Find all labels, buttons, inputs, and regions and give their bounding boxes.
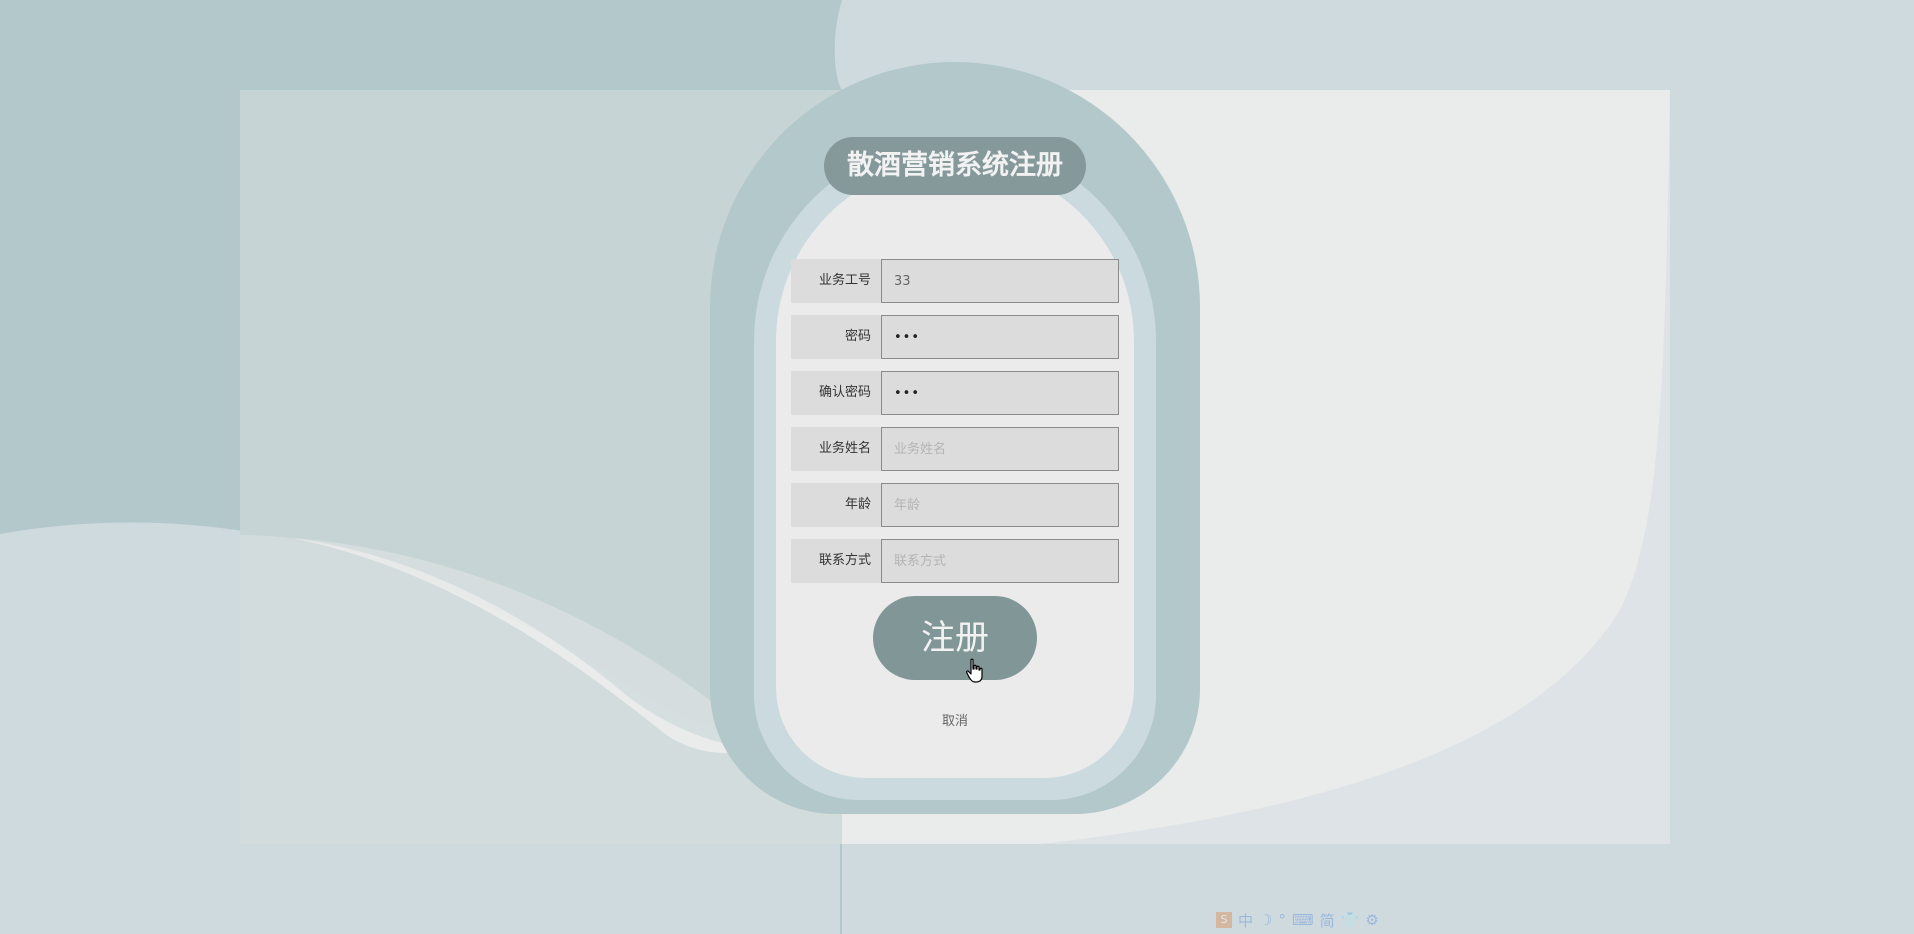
ime-logo-icon[interactable]: S bbox=[1216, 912, 1232, 928]
password-input[interactable] bbox=[881, 315, 1119, 359]
register-button[interactable]: 注册 bbox=[873, 596, 1037, 680]
ime-toolbar: S 中 ☽ ° ⌨ 简 👕 ⚙ bbox=[1216, 908, 1379, 932]
password-label: 密码 bbox=[791, 315, 881, 359]
contact-input[interactable] bbox=[881, 539, 1119, 583]
cancel-link[interactable]: 取消 bbox=[905, 710, 1005, 729]
name-label: 业务姓名 bbox=[791, 427, 881, 471]
ime-simplified-label[interactable]: 简 bbox=[1320, 910, 1335, 931]
hand-cursor-icon bbox=[966, 658, 983, 683]
page-title: 散酒营销系统注册 bbox=[824, 137, 1086, 195]
form-row-contact: 联系方式 bbox=[791, 539, 1119, 583]
employee-id-label: 业务工号 bbox=[791, 259, 881, 303]
form-row-age: 年龄 bbox=[791, 483, 1119, 527]
ime-moon-icon[interactable]: ☽ bbox=[1259, 911, 1272, 929]
name-input[interactable] bbox=[881, 427, 1119, 471]
ime-settings-icon[interactable]: ⚙ bbox=[1365, 911, 1378, 929]
contact-label: 联系方式 bbox=[791, 539, 881, 583]
form-row-confirm-password: 确认密码 bbox=[791, 371, 1119, 415]
confirm-password-label: 确认密码 bbox=[791, 371, 881, 415]
ime-mode-label[interactable]: 中 bbox=[1238, 910, 1253, 931]
confirm-password-input[interactable] bbox=[881, 371, 1119, 415]
employee-id-input[interactable] bbox=[881, 259, 1119, 303]
age-input[interactable] bbox=[881, 483, 1119, 527]
ime-keyboard-icon[interactable]: ⌨ bbox=[1292, 911, 1314, 929]
ime-skin-icon[interactable]: 👕 bbox=[1341, 911, 1360, 929]
form-row-name: 业务姓名 bbox=[791, 427, 1119, 471]
ime-punct-icon[interactable]: ° bbox=[1278, 911, 1286, 929]
age-label: 年龄 bbox=[791, 483, 881, 527]
form-row-employee-id: 业务工号 bbox=[791, 259, 1119, 303]
form-row-password: 密码 bbox=[791, 315, 1119, 359]
